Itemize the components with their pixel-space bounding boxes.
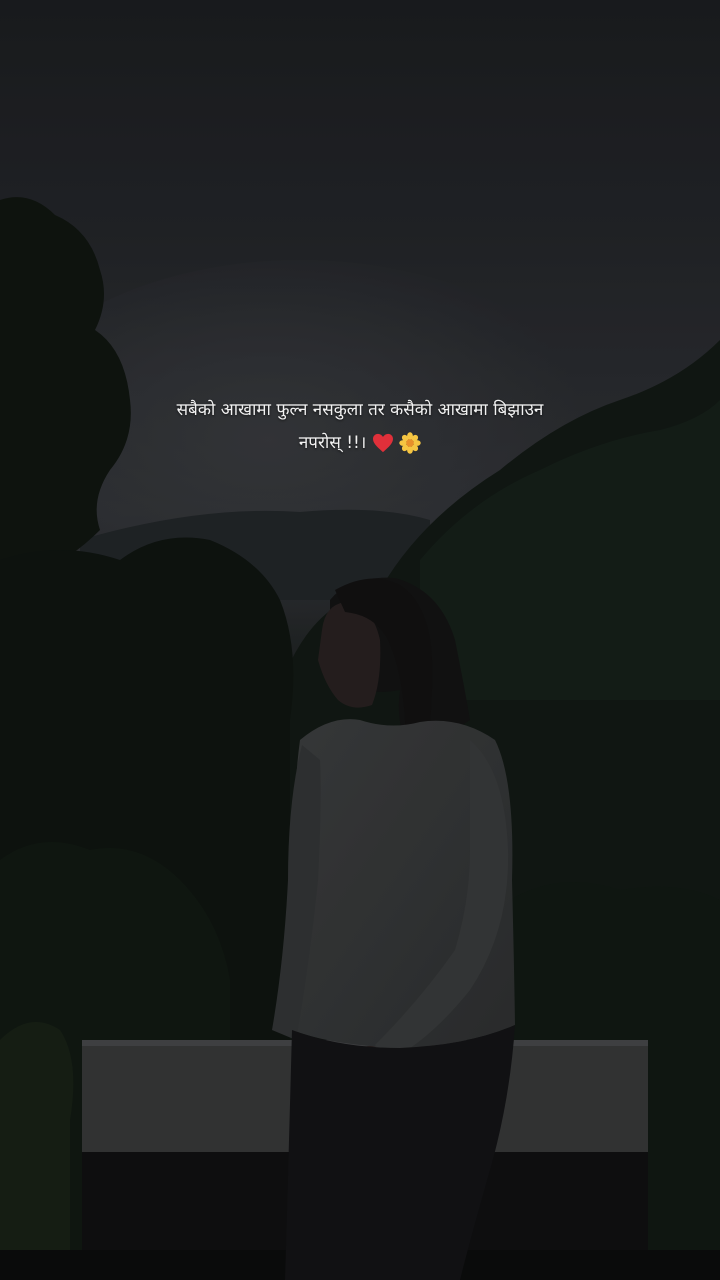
caption-line-2-text: नपरोस् !!। [298,433,367,453]
background-photo [0,0,720,1280]
blossom-icon [399,432,421,454]
dim-overlay [0,0,720,1280]
heart-icon [372,433,393,453]
caption-line-1: सबैको आखामा फुल्न नसकुला तर कसैको आखामा … [176,400,544,420]
story-caption: सबैको आखामा फुल्न नसकुला तर कसैको आखामा … [110,394,610,460]
story-screen[interactable]: सबैको आखामा फुल्न नसकुला तर कसैको आखामा … [0,0,720,1280]
caption-line-2: नपरोस् !!। [110,427,610,460]
